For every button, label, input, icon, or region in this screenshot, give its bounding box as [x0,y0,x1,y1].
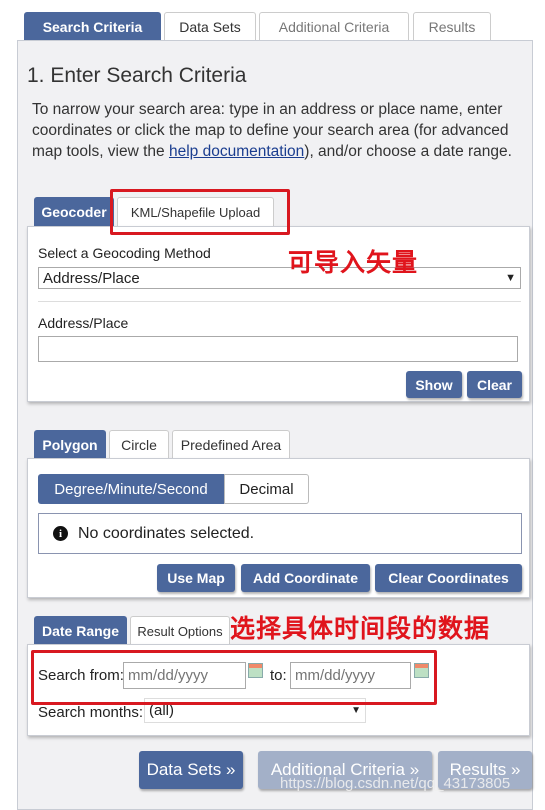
add-coordinate-button[interactable]: Add Coordinate [241,564,370,592]
geocoding-method-label: Select a Geocoding Method [38,245,211,261]
tab-additional-criteria[interactable]: Additional Criteria [259,12,409,41]
annotation-highlight-date [31,650,437,705]
tab-result-options[interactable]: Result Options [130,616,230,645]
clear-coordinates-button[interactable]: Clear Coordinates [375,564,522,592]
page-title: 1. Enter Search Criteria [27,64,247,87]
tab-circle[interactable]: Circle [109,430,169,459]
use-map-button[interactable]: Use Map [157,564,235,592]
address-input[interactable] [38,336,518,362]
divider [38,301,521,302]
tab-search-criteria[interactable]: Search Criteria [24,12,161,41]
annotation-highlight-kml [110,189,290,235]
watermark: https://blog.csdn.net/qq_43173805 [280,775,511,792]
clear-button[interactable]: Clear [467,371,522,398]
annotation-date: 选择具体时间段的数据 [230,614,491,643]
tab-polygon[interactable]: Polygon [34,430,106,459]
tab-date-range[interactable]: Date Range [34,616,127,645]
format-dms-toggle[interactable]: Degree/Minute/Second [38,474,224,504]
tab-results[interactable]: Results [413,12,491,41]
tab-data-sets[interactable]: Data Sets [164,12,256,41]
format-decimal-toggle[interactable]: Decimal [224,474,309,504]
no-coordinates-text: No coordinates selected. [78,524,255,542]
chevron-down-icon: ▼ [505,272,516,284]
tab-geocoder[interactable]: Geocoder [34,197,114,226]
search-months-label: Search months: [38,704,144,721]
help-documentation-link[interactable]: help documentation [169,143,304,160]
geocoding-method-select[interactable]: Address/Place ▼ [38,267,521,289]
show-button[interactable]: Show [406,371,462,398]
intro-text-end: ), and/or choose a date range. [304,143,512,160]
address-label: Address/Place [38,315,129,331]
annotation-kml: 可导入矢量 [288,248,419,277]
tab-predefined-area[interactable]: Predefined Area [172,430,290,459]
info-icon: i [53,526,68,541]
geocoding-method-value: Address/Place [43,269,140,287]
chevron-down-icon: ▼ [351,705,361,716]
intro-text: To narrow your search area: type in an a… [32,99,532,162]
coordinates-message: i No coordinates selected. [38,513,522,554]
data-sets-next-button[interactable]: Data Sets » [139,751,243,789]
